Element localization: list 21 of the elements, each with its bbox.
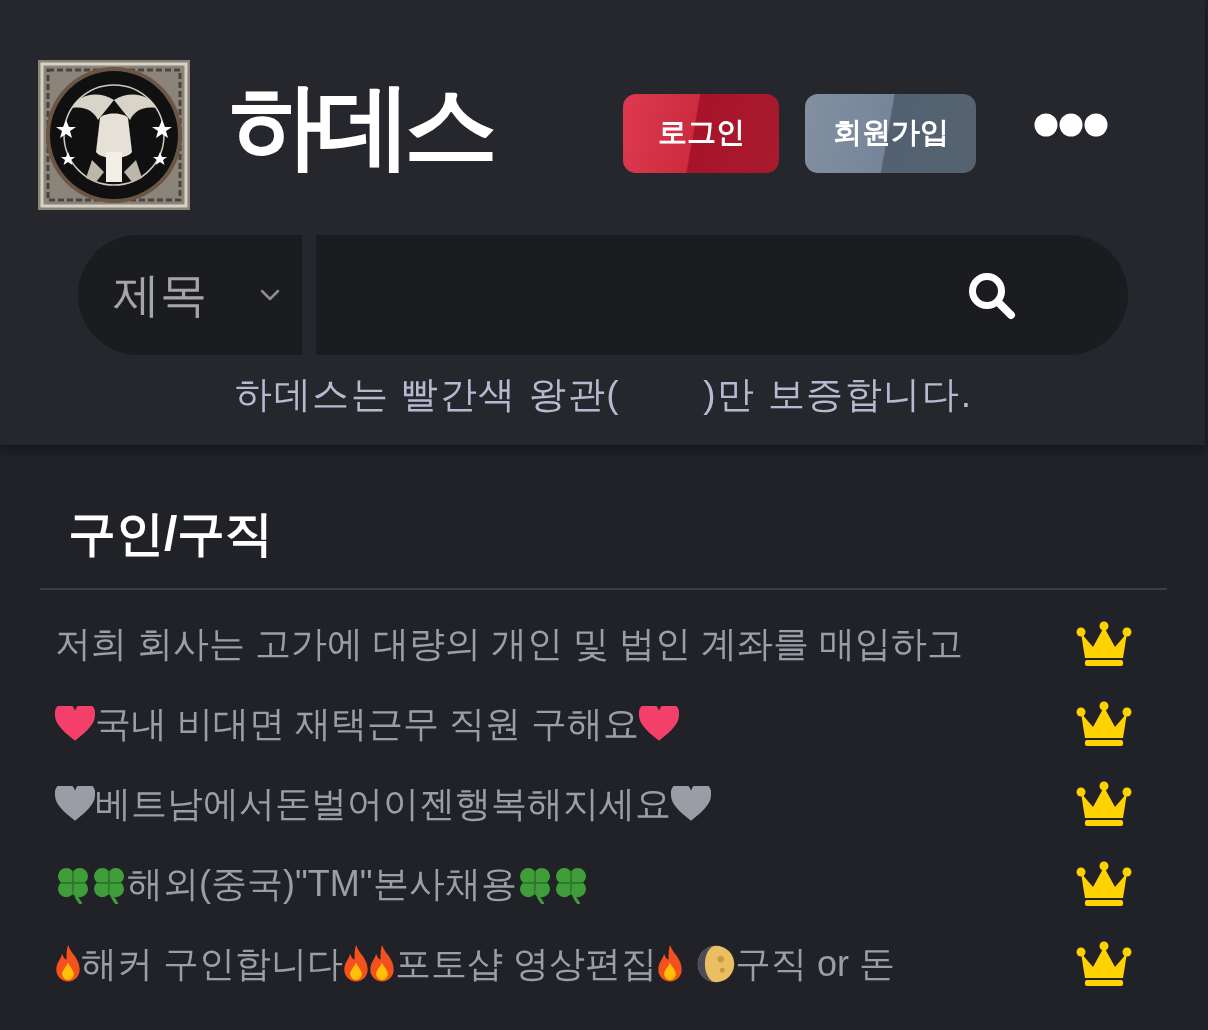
more-icon[interactable]	[1034, 113, 1108, 137]
post-link[interactable]: 국내 비대면 재택근무 직원 구해요	[55, 699, 679, 749]
moon-icon	[697, 945, 736, 983]
search-button[interactable]	[966, 270, 1016, 320]
chevron-icon	[260, 289, 280, 301]
search-type-dropdown[interactable]: 제목	[78, 235, 302, 355]
fire-icon	[343, 945, 369, 983]
post-link[interactable]: 해외(중국)"TM"본사채용	[55, 859, 589, 909]
login-button[interactable]: 로그인	[623, 93, 779, 173]
notice-text: 하데스는 빨간색 왕관( )만 보증합니다.	[235, 373, 973, 417]
post-link[interactable]: 해커 구인합니다 포토샵 영상편집 구직 or 돈	[55, 939, 896, 989]
search-field[interactable]	[316, 235, 1128, 355]
fire-icon	[369, 945, 395, 983]
site-title: 하데스	[230, 74, 491, 178]
search-icon	[966, 270, 1016, 320]
fire-icon	[657, 945, 684, 983]
post-link[interactable]: 저희 회사는 고가에 대량의 개인 및 법인 계좌를 매입하고	[55, 619, 963, 669]
signup-button[interactable]: 회원가입	[805, 93, 976, 173]
fire-icon	[55, 945, 81, 983]
board-title: 구인/구직	[68, 506, 274, 562]
post-link[interactable]: 베트남에서돈벌어이젠행복해지세요	[55, 779, 711, 829]
